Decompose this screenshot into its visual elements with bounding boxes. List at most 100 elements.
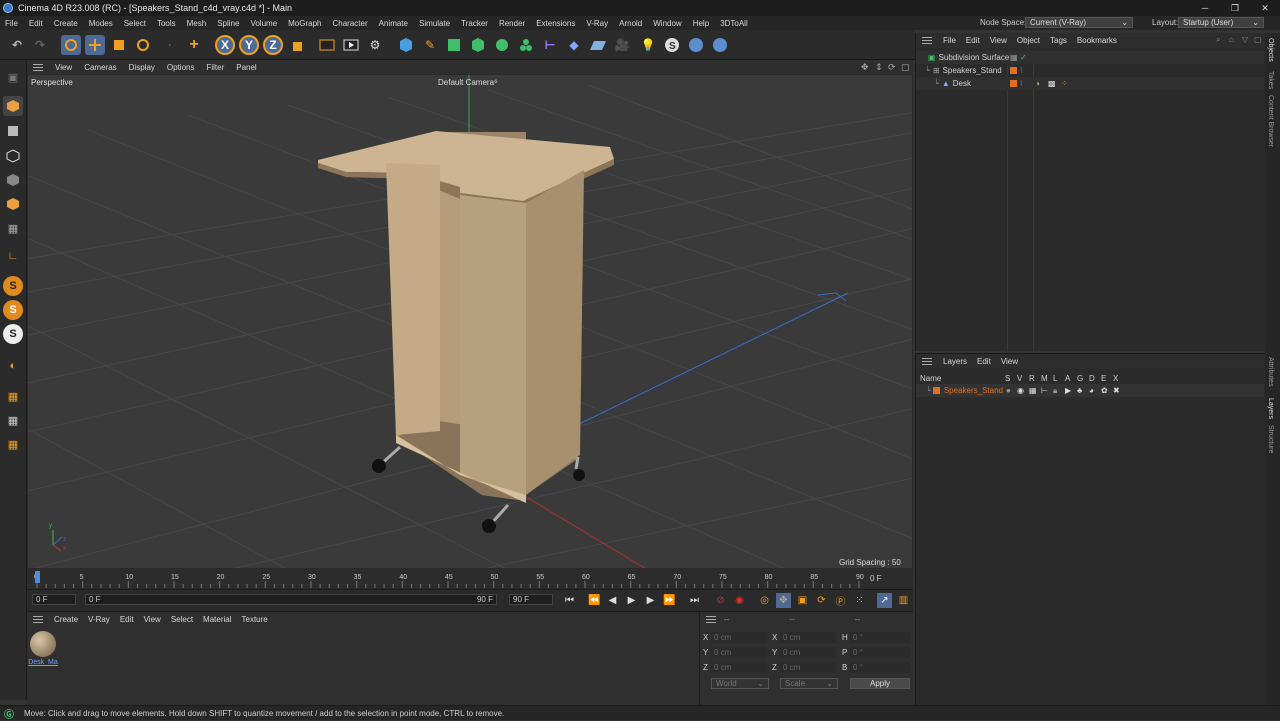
x-axis-lock-button[interactable]: X: [215, 35, 235, 55]
layout-dropdown[interactable]: Startup (User) ⌄: [1178, 17, 1264, 28]
menu-arnold[interactable]: Arnold: [614, 19, 648, 28]
python-script-icon[interactable]: [686, 35, 706, 55]
close-button[interactable]: ✕: [1250, 0, 1280, 16]
viewport-maximize-icon[interactable]: ▢: [901, 62, 910, 73]
object-row[interactable]: ┕ ▲ Desk ⁝ ◑ ▩ ⁘: [916, 77, 1264, 90]
object-name[interactable]: Speakers_Stand: [943, 66, 1002, 75]
polygons-mode-icon[interactable]: [3, 194, 23, 214]
timeline-window-icon[interactable]: ▥: [896, 593, 911, 608]
object-name[interactable]: Desk: [953, 79, 971, 88]
menu-volume[interactable]: Volume: [245, 19, 283, 28]
interpolation-icon[interactable]: ↗: [877, 593, 892, 608]
undo-icon[interactable]: ↶: [7, 35, 27, 55]
key-parameter-icon[interactable]: Ⓟ: [833, 593, 848, 608]
uvw-tag-icon[interactable]: ▩: [1048, 79, 1056, 88]
cube-object-icon[interactable]: [396, 35, 416, 55]
snap-settings-icon[interactable]: S: [3, 300, 23, 320]
play-icon[interactable]: ▶: [624, 593, 639, 608]
object-row[interactable]: ┕ ⊞ Speakers_Stand ⁝: [916, 64, 1264, 77]
node-space-dropdown[interactable]: Current (V-Ray) ⌄: [1025, 17, 1133, 28]
transform-tool-icon[interactable]: +: [184, 35, 204, 55]
previous-frame-icon[interactable]: ◀: [605, 593, 620, 608]
keyframe-selection-icon[interactable]: ◎: [757, 593, 772, 608]
viewport-move-icon[interactable]: ⇕: [875, 62, 883, 73]
objects-menu-file[interactable]: File: [938, 36, 961, 45]
workplane-icon[interactable]: ▦: [3, 386, 23, 406]
render-view-icon[interactable]: [317, 35, 337, 55]
recent-tool-icon[interactable]: ·: [160, 35, 180, 55]
objects-menu-object[interactable]: Object: [1012, 36, 1045, 45]
previous-key-icon[interactable]: ⏪: [587, 593, 602, 608]
vray-logo-icon[interactable]: S: [662, 35, 682, 55]
rot-h-field[interactable]: 0 °: [850, 632, 910, 643]
viewport-menu-options[interactable]: Options: [161, 63, 201, 72]
y-axis-lock-button[interactable]: Y: [239, 35, 259, 55]
objects-menu-edit[interactable]: Edit: [961, 36, 985, 45]
hamburger-menu-icon[interactable]: [922, 37, 932, 44]
material-tag-icon[interactable]: ◑: [1035, 79, 1040, 88]
objects-menu-view[interactable]: View: [985, 36, 1012, 45]
grid-icon[interactable]: ▦: [3, 434, 23, 454]
autokey-icon[interactable]: ◉: [732, 593, 747, 608]
object-name[interactable]: Subdivision Surface: [939, 53, 1010, 62]
tab-structure[interactable]: Structure: [1267, 425, 1274, 453]
hamburger-menu-icon[interactable]: [33, 616, 43, 623]
viewport-menu-view[interactable]: View: [49, 63, 78, 72]
menu-spline[interactable]: Spline: [212, 19, 245, 28]
camera-object-icon[interactable]: 🎥: [612, 35, 632, 55]
layers-menu-edit[interactable]: Edit: [972, 357, 996, 366]
manager-icon[interactable]: ⊢: [1041, 386, 1048, 395]
uv-mode-icon[interactable]: ▦: [3, 218, 23, 238]
light-object-icon[interactable]: 💡: [638, 35, 658, 55]
key-position-icon[interactable]: ✥: [776, 593, 791, 608]
render-icon[interactable]: ▦: [1029, 386, 1037, 395]
key-rotation-icon[interactable]: ⟳: [814, 593, 829, 608]
menu-render[interactable]: Render: [494, 19, 531, 28]
coord-system-dropdown[interactable]: World ⌄: [711, 678, 769, 689]
go-to-start-icon[interactable]: ⏮: [562, 593, 577, 608]
layer-color-swatch[interactable]: [1010, 67, 1017, 74]
menu-create[interactable]: Create: [49, 19, 84, 28]
viewport-menu-panel[interactable]: Panel: [230, 63, 262, 72]
visibility-dots-icon[interactable]: ⁝: [1020, 66, 1023, 75]
z-axis-lock-button[interactable]: Z: [263, 35, 283, 55]
enabled-check-icon[interactable]: ✓: [1020, 53, 1027, 62]
material-menu-material[interactable]: Material: [198, 615, 236, 624]
extrude-generator-icon[interactable]: [468, 35, 488, 55]
layers-menu-view[interactable]: View: [996, 357, 1023, 366]
deformer-icon[interactable]: ⊢: [540, 35, 560, 55]
menu-tracker[interactable]: Tracker: [456, 19, 494, 28]
hamburger-menu-icon[interactable]: [922, 358, 932, 365]
expressions-icon[interactable]: ✿: [1101, 386, 1108, 395]
model-mode-icon[interactable]: [3, 96, 23, 116]
animation-icon[interactable]: ▶: [1065, 386, 1071, 395]
size-y-field[interactable]: 0 cm: [780, 647, 836, 658]
tab-objects[interactable]: Objects: [1267, 38, 1274, 62]
viewport-menu-cameras[interactable]: Cameras: [78, 63, 122, 72]
layer-color-swatch[interactable]: [932, 387, 940, 394]
menu-simulate[interactable]: Simulate: [414, 19, 456, 28]
tag-icon[interactable]: ⁘: [1061, 79, 1068, 88]
material-menu-texture[interactable]: Texture: [237, 615, 273, 624]
lock-icon[interactable]: 🔒︎: [1053, 386, 1057, 396]
layers-menu-layers[interactable]: Layers: [938, 357, 972, 366]
layer-color-swatch[interactable]: [1010, 80, 1017, 87]
scale-tool-icon[interactable]: [109, 35, 129, 55]
rot-b-field[interactable]: 0 °: [850, 662, 910, 673]
menu-animate[interactable]: Animate: [374, 19, 414, 28]
camera-name[interactable]: Default Camera: [438, 78, 494, 87]
material-menu-create[interactable]: Create: [49, 615, 83, 624]
texture-mode-icon[interactable]: [3, 121, 23, 141]
menu-file[interactable]: File: [0, 19, 24, 28]
menu-edit[interactable]: Edit: [24, 19, 49, 28]
menu-help[interactable]: Help: [688, 19, 715, 28]
record-keys-icon[interactable]: ⊘: [713, 593, 728, 608]
subdivision-surface-icon[interactable]: [444, 35, 464, 55]
material-swatch[interactable]: Desk_Ma: [28, 629, 58, 669]
size-z-field[interactable]: 0 cm: [780, 662, 836, 673]
pen-spline-icon[interactable]: ✎: [420, 35, 440, 55]
visibility-icon[interactable]: ▦: [1010, 53, 1018, 62]
speakers-stand-model[interactable]: [318, 131, 614, 533]
solo-icon[interactable]: ●: [1006, 386, 1011, 395]
menu-modes[interactable]: Modes: [84, 19, 119, 28]
